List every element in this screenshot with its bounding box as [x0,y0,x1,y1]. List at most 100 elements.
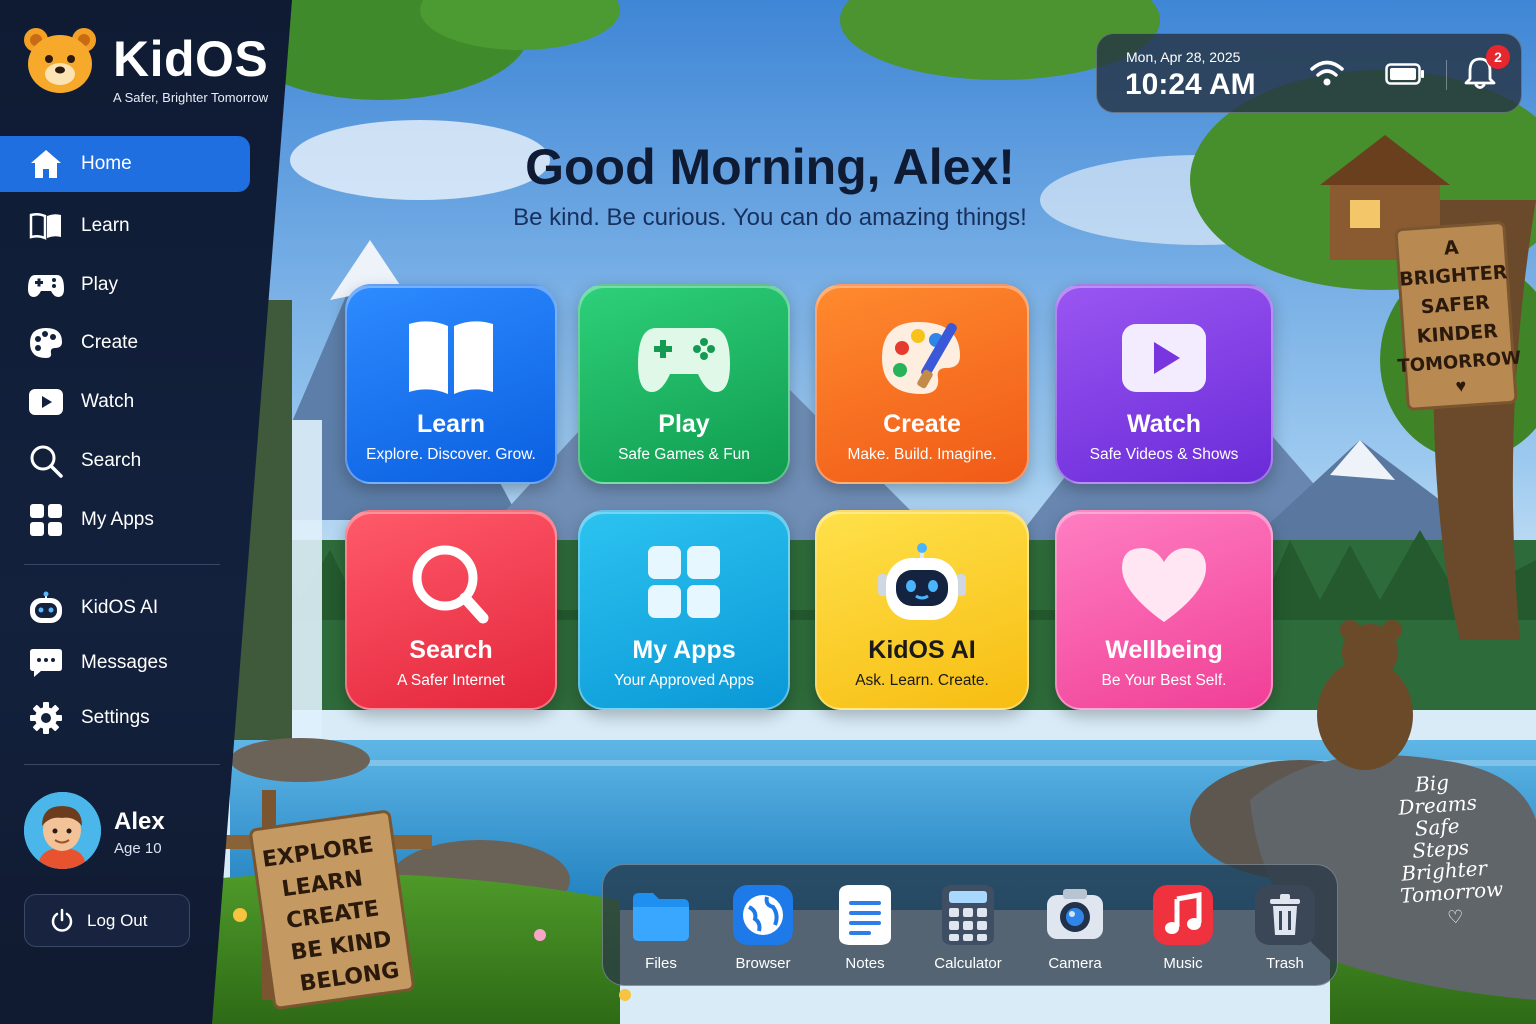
tile-subtitle: A Safer Internet [397,672,505,689]
greeting-title: Good Morning, Alex! [525,139,1015,195]
dock-item-trash[interactable]: Trash [1240,885,1330,977]
avatar [24,792,101,869]
tile-create[interactable]: Create Make. Build. Imagine. [815,284,1029,484]
sidebar-item-watch[interactable]: Watch [0,374,250,430]
brand: KidOS A Safer, Brighter Tomorrow [22,24,282,108]
status-time: 10:24 AM [1125,68,1256,101]
tile-play[interactable]: Play Safe Games & Fun [578,284,790,484]
sidebar-item-home[interactable]: Home [0,136,250,192]
sidebar-item-play[interactable]: Play [0,257,250,313]
dock-label: Files [645,955,677,972]
dock: Files Browser Notes Calculator Camera Mu… [602,864,1338,986]
tile-subtitle: Your Approved Apps [614,672,754,689]
status-bar: Mon, Apr 28, 2025 10:24 AM 2 [1096,33,1522,113]
tile-label: KidOS AI [868,636,976,664]
brand-tagline: A Safer, Brighter Tomorrow [113,90,269,105]
dock-label: Music [1163,955,1203,972]
sidebar-item-label: Create [81,332,139,353]
music-icon [1153,885,1213,945]
sidebar-item-learn[interactable]: Learn [0,198,250,254]
home-icon [24,144,68,184]
gamepad-icon [24,265,68,305]
tile-label: Wellbeing [1105,636,1223,664]
search-icon [412,545,489,624]
sidebar-item-label: Settings [81,707,150,728]
trash-icon [1255,885,1315,945]
brand-name: KidOS [113,31,269,87]
dock-item-notes[interactable]: Notes [820,885,910,977]
play-icon [24,382,68,422]
dock-item-camera[interactable]: Camera [1030,885,1120,977]
gear-icon [24,698,68,738]
sidebar-item-create[interactable]: Create [0,315,250,371]
tile-wellbeing[interactable]: Wellbeing Be Your Best Self. [1055,510,1273,710]
gamepad-icon [638,328,730,392]
sidebar-item-label: Search [81,450,142,471]
folder-icon [633,893,689,941]
tile-kidos-ai[interactable]: KidOS AI Ask. Learn. Create. [815,510,1029,710]
dock-item-music[interactable]: Music [1138,885,1228,977]
robot-icon [24,588,68,628]
tile-label: Watch [1126,410,1202,438]
dock-item-calculator[interactable]: Calculator [923,885,1013,977]
sidebar-item-label: KidOS AI [81,597,159,618]
sidebar-item-kidos-ai[interactable]: KidOS AI [0,580,250,636]
bear-logo-icon [24,28,96,93]
book-icon [24,206,68,246]
sidebar-item-search[interactable]: Search [0,433,250,489]
notes-icon [839,885,891,945]
robot-icon [878,543,966,620]
logout-label: Log Out [87,910,148,930]
status-separator [1446,60,1447,90]
dock-item-files[interactable]: Files [616,885,706,977]
tile-label: Search [409,636,493,664]
calculator-icon [942,885,994,945]
sidebar-item-label: Play [81,274,118,295]
wifi-icon[interactable] [1310,58,1344,88]
heart-icon [1122,548,1206,622]
greeting-subtitle: Be kind. Be curious. You can do amazing … [513,204,1027,231]
tile-my-apps[interactable]: My Apps Your Approved Apps [578,510,790,710]
dock-item-browser[interactable]: Browser [718,885,808,977]
play-icon [1122,324,1206,392]
power-icon [51,908,73,932]
sidebar-item-label: Messages [81,652,168,673]
user-profile[interactable]: Alex Age 10 [24,792,224,872]
profile-age: Age 10 [114,840,162,857]
tile-label: Create [883,410,961,438]
sidebar-divider [24,564,220,565]
palette-brush-icon [882,322,960,394]
tile-subtitle: Make. Build. Imagine. [847,446,997,463]
palette-icon [24,323,68,363]
search-icon [24,441,68,481]
battery-icon[interactable] [1385,63,1425,85]
dock-label: Camera [1048,955,1102,972]
tile-subtitle: Be Your Best Self. [1101,672,1227,689]
sidebar-item-label: My Apps [81,509,154,530]
sidebar-divider [24,764,220,765]
camera-icon [1047,889,1103,939]
book-icon [409,321,493,394]
tile-subtitle: Ask. Learn. Create. [855,672,989,689]
sidebar-item-settings[interactable]: Settings [0,690,250,746]
sidebar-item-label: Learn [81,215,130,236]
tile-subtitle: Explore. Discover. Grow. [366,446,536,463]
tile-search[interactable]: Search A Safer Internet [345,510,557,710]
tile-learn[interactable]: Learn Explore. Discover. Grow. [345,284,557,484]
tile-label: Play [658,410,710,438]
globe-icon [733,885,793,945]
dock-label: Trash [1266,955,1304,972]
chat-icon [24,643,68,683]
sidebar-item-my-apps[interactable]: My Apps [0,492,250,548]
dock-label: Browser [735,955,791,972]
tile-label: My Apps [632,636,736,664]
apps-grid-icon [24,500,68,540]
sidebar-item-messages[interactable]: Messages [0,635,250,691]
status-date: Mon, Apr 28, 2025 [1126,49,1241,65]
tile-watch[interactable]: Watch Safe Videos & Shows [1055,284,1273,484]
notification-badge: 2 [1486,45,1510,69]
tile-label: Learn [416,410,486,438]
logout-button[interactable]: Log Out [24,894,190,947]
tile-subtitle: Safe Videos & Shows [1089,446,1239,463]
tile-subtitle: Safe Games & Fun [618,446,750,463]
